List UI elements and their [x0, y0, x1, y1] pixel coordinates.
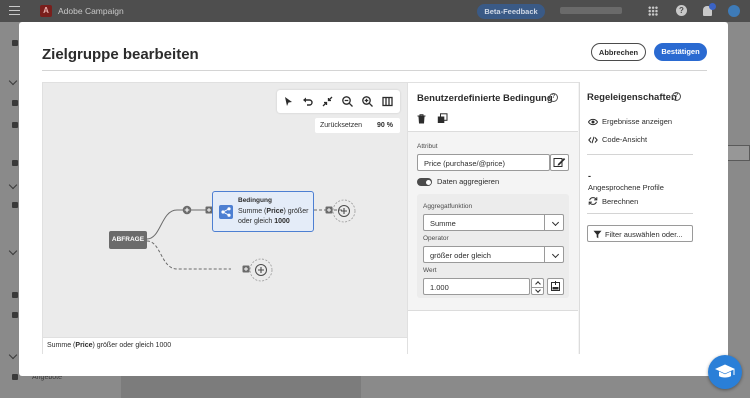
sidebar-icon [12, 292, 18, 298]
show-results-link[interactable]: Ergebnisse anzeigen [588, 117, 672, 126]
value-input[interactable]: 1.000 [423, 278, 530, 295]
offers-icon [12, 374, 18, 380]
org-switcher[interactable] [560, 7, 622, 14]
aggregate-function-label: Aggregatfunktion [423, 203, 473, 210]
sidebar-icon [12, 312, 18, 318]
value-picker-button[interactable] [547, 278, 564, 295]
chevron-down-icon [8, 180, 18, 190]
chevron-down-icon [8, 76, 18, 86]
cancel-button[interactable]: Abbrechen [591, 43, 646, 61]
rule-summary-text: Summe (Price) größer oder gleich 1000 [47, 342, 172, 349]
calculate-link[interactable]: Berechnen [588, 196, 638, 206]
aggregate-function-value: Summe [430, 219, 456, 228]
edit-attribute-button[interactable] [550, 154, 569, 171]
eye-icon [588, 118, 598, 125]
background-input [725, 145, 750, 161]
delete-icon[interactable] [417, 114, 426, 124]
edit-audience-dialog: Zielgruppe bearbeiten Abbrechen Bestätig… [19, 22, 728, 376]
attribute-label: Attribut [417, 143, 438, 150]
rule-canvas[interactable]: Zurücksetzen 90 % ABFRAGE Bedingung Summ… [42, 82, 408, 354]
sidebar-icon [12, 40, 18, 46]
top-bar: A Adobe Campaign Beta-Feedback ? [0, 0, 750, 22]
help-icon[interactable]: ? [676, 5, 687, 16]
calculate-label: Berechnen [602, 196, 639, 206]
select-filter-button[interactable]: Filter auswählen oder... [587, 225, 693, 242]
dropdown-divider [544, 247, 563, 262]
value-text: 1.000 [430, 283, 449, 292]
adobe-logo-icon: A [40, 5, 52, 17]
condition-node[interactable]: Bedingung Summe (Price) größer oder glei… [212, 191, 314, 232]
chevron-down-icon [551, 250, 560, 259]
chevron-down-icon [551, 218, 560, 227]
custom-condition-footer [408, 310, 578, 355]
value-stepper[interactable] [531, 278, 544, 295]
app-name: Adobe Campaign [58, 6, 124, 16]
aggregation-group: Aggregatfunktion Summe Operator größer o… [417, 194, 569, 298]
beta-feedback-button[interactable]: Beta-Feedback [477, 4, 545, 19]
sidebar-icon [12, 160, 18, 166]
sidebar-icon [12, 202, 18, 208]
filter-icon [593, 230, 602, 239]
add-step-icon[interactable] [332, 199, 356, 223]
condition-node-title: Bedingung [238, 197, 272, 204]
apps-grid-icon[interactable] [648, 6, 658, 16]
divider [587, 213, 693, 214]
add-connector-icon[interactable] [182, 205, 192, 215]
confirm-button[interactable]: Bestätigen [654, 43, 707, 61]
aggregate-data-toggle[interactable] [417, 178, 432, 186]
operator-label: Operator [423, 235, 449, 242]
condition-share-icon [219, 205, 233, 219]
refresh-icon [588, 197, 598, 205]
info-icon[interactable]: ? [672, 92, 681, 101]
avatar[interactable] [728, 5, 740, 17]
notification-badge [709, 3, 716, 10]
divider [42, 70, 707, 71]
targeted-profiles-label: Angesprochene Profile [588, 183, 664, 192]
duplicate-icon[interactable] [437, 113, 448, 124]
rule-properties-panel: Regeleigenschaften ? Ergebnisse anzeigen… [580, 82, 707, 354]
add-step-icon[interactable] [249, 258, 273, 282]
custom-condition-header: Benutzerdefinierte Bedingung ? [408, 83, 578, 132]
graduation-cap-icon [715, 364, 735, 378]
show-results-label: Ergebnisse anzeigen [602, 117, 673, 126]
chevron-down-icon [8, 350, 18, 360]
menu-icon[interactable] [9, 6, 20, 15]
targeted-profiles-count: - [588, 171, 591, 181]
info-icon[interactable]: ? [549, 93, 558, 102]
operator-select[interactable]: größer oder gleich [423, 246, 564, 263]
attribute-value: Price (purchase/@price) [424, 159, 505, 168]
edit-icon [553, 158, 566, 167]
custom-condition-panel: Benutzerdefinierte Bedingung ? Attribut … [408, 82, 580, 355]
aggregate-function-select[interactable]: Summe [423, 214, 564, 231]
custom-condition-title: Benutzerdefinierte Bedingung [417, 93, 553, 104]
chevron-down-icon [8, 246, 18, 256]
query-start-node[interactable]: ABFRAGE [109, 231, 147, 249]
operator-value: größer oder gleich [430, 251, 491, 260]
condition-node-text: Summe (Price) größer oder gleich 1000 [238, 208, 309, 225]
rule-properties-title: Regeleigenschaften [587, 92, 677, 103]
attribute-field[interactable]: Price (purchase/@price) [417, 154, 550, 171]
sidebar-icon [12, 100, 18, 106]
dropdown-divider [544, 215, 563, 230]
value-label: Wert [423, 267, 437, 274]
code-view-link[interactable]: Code-Ansicht [588, 135, 647, 144]
aggregate-data-label: Daten aggregieren [437, 177, 500, 186]
stepper-down-icon[interactable] [534, 287, 541, 293]
code-view-label: Code-Ansicht [602, 135, 648, 144]
code-icon [588, 136, 598, 143]
canvas-summary-bar: Summe (Price) größer oder gleich 1000 [43, 337, 407, 354]
select-filter-label: Filter auswählen oder... [605, 230, 683, 239]
dialog-title: Zielgruppe bearbeiten [42, 46, 199, 63]
divider [587, 154, 693, 155]
calendar-picker-icon [551, 281, 560, 291]
sidebar-icon [12, 122, 18, 128]
learning-help-button[interactable] [708, 355, 742, 389]
